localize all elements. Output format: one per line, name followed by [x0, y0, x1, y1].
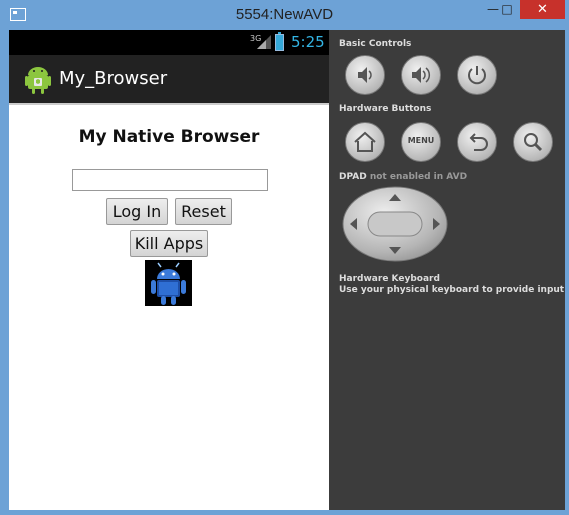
window-bottom-border: [0, 510, 569, 515]
keyboard-note: Use your physical keyboard to provide in…: [339, 285, 565, 295]
search-icon: [524, 133, 543, 152]
menu-button[interactable]: MENU: [401, 122, 441, 162]
reset-button[interactable]: Reset: [175, 198, 232, 225]
power-icon: [468, 66, 486, 85]
hardware-buttons-label: Hardware Buttons: [339, 104, 432, 114]
window-titlebar: 5554:NewAVD — □ ✕: [0, 0, 569, 30]
keyboard-title: Hardware Keyboard: [339, 274, 440, 284]
login-button[interactable]: Log In: [106, 198, 168, 225]
android-robot-image[interactable]: [145, 260, 192, 306]
menu-icon: MENU: [407, 136, 435, 145]
basic-controls-label: Basic Controls: [339, 39, 412, 49]
avd-control-panel: Basic Controls Hardware Buttons MENU DPA…: [329, 30, 565, 510]
url-input[interactable]: [72, 169, 268, 191]
home-button[interactable]: [345, 122, 385, 162]
back-button[interactable]: [457, 122, 497, 162]
volume-up-icon: [412, 67, 431, 83]
signal-icon: [257, 35, 271, 49]
dpad-label: DPAD not enabled in AVD: [339, 172, 467, 182]
restore-button[interactable]: □: [494, 0, 520, 19]
dpad-control[interactable]: [342, 186, 448, 262]
status-bar: 3G 5:25: [9, 30, 329, 55]
battery-icon: [275, 32, 284, 51]
emulator-screen: 3G 5:25 My_Browser My Native Browser Log…: [9, 30, 329, 510]
dpad-note: not enabled in AVD: [369, 172, 468, 182]
kill-apps-button[interactable]: Kill Apps: [130, 230, 208, 257]
power-button[interactable]: [457, 55, 497, 95]
app-title: My_Browser: [59, 68, 168, 89]
dpad-title: DPAD: [339, 172, 367, 182]
search-button[interactable]: [513, 122, 553, 162]
status-time: 5:25: [291, 33, 325, 51]
close-button[interactable]: ✕: [520, 0, 565, 19]
volume-up-button[interactable]: [401, 55, 441, 95]
page-heading: My Native Browser: [78, 127, 260, 147]
home-icon: [354, 131, 376, 152]
volume-down-icon: [358, 67, 372, 83]
back-icon: [469, 133, 488, 151]
volume-down-button[interactable]: [345, 55, 385, 95]
action-bar: My_Browser: [9, 55, 329, 105]
android-app-icon: [25, 67, 51, 94]
